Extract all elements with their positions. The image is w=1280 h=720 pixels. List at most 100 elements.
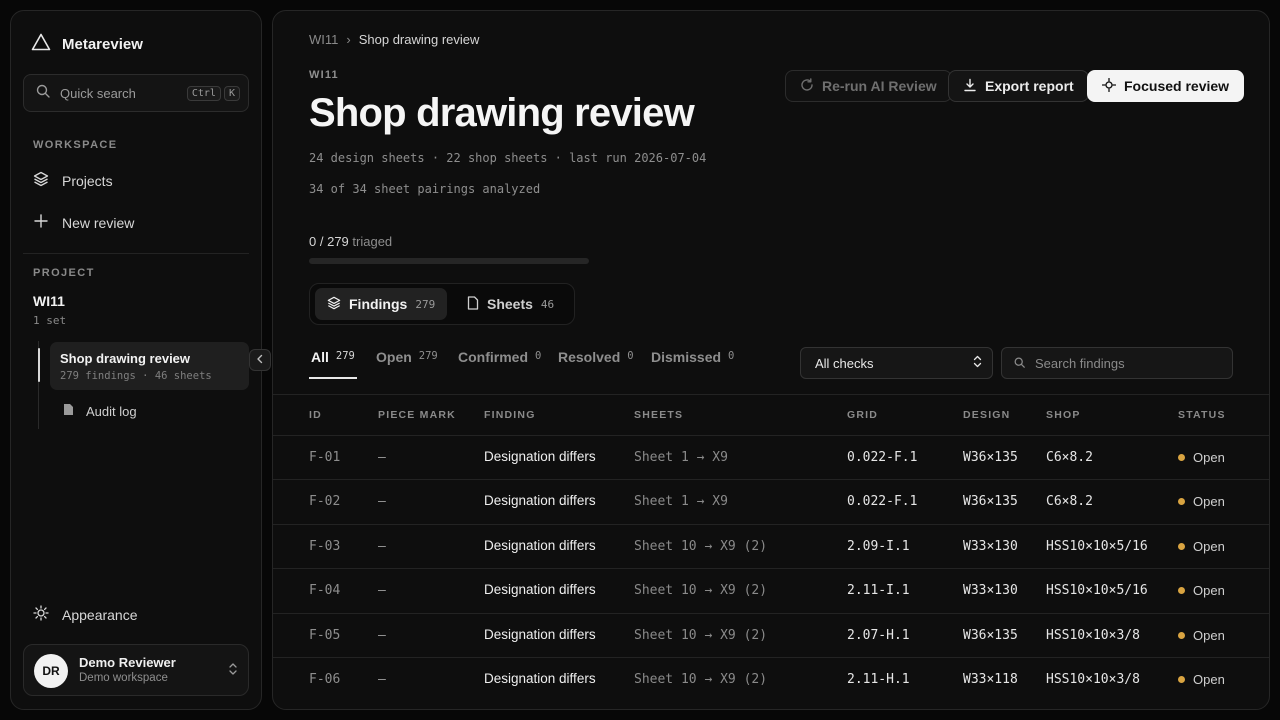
user-menu[interactable]: DR Demo Reviewer Demo workspace	[23, 644, 249, 696]
breadcrumb-separator: ›	[346, 32, 351, 47]
sidebar-item-projects[interactable]: Projects	[33, 171, 113, 190]
rerun-ai-review-button[interactable]: Re-run AI Review	[785, 70, 952, 102]
shortcut-key-ctrl: Ctrl	[186, 85, 221, 101]
filter-tab-count: 279	[335, 350, 355, 362]
finding-text: Designation differs	[484, 582, 596, 597]
design-member: W33×118	[963, 672, 1018, 687]
findings-search-input[interactable]: Search findings	[1001, 347, 1233, 379]
design-member: W36×135	[963, 450, 1018, 465]
crosshair-icon	[1101, 77, 1117, 95]
shop-member: HSS10×10×5/16	[1046, 539, 1148, 554]
tab-findings[interactable]: Findings 279	[315, 288, 448, 320]
status-badge: Open	[1178, 628, 1225, 643]
sun-icon	[33, 605, 49, 624]
focused-review-button[interactable]: Focused review	[1087, 70, 1245, 102]
table-row[interactable]: F-02 — Designation differs Sheet 1 → X9 …	[273, 479, 1269, 523]
table-row[interactable]: F-05 — Designation differs Sheet 10 → X9…	[273, 613, 1269, 657]
project-name[interactable]: WI11	[33, 293, 65, 309]
logo-triangle-icon	[31, 33, 51, 56]
page-title: Shop drawing review	[309, 91, 695, 135]
column-header-status[interactable]: STATUS	[1178, 409, 1226, 421]
column-header-piece-mark[interactable]: PIECE MARK	[378, 409, 456, 421]
filter-tab-count: 0	[535, 350, 542, 362]
finding-text: Designation differs	[484, 449, 596, 464]
sidebar: Metareview Quick search Ctrl K WORKSPACE…	[10, 10, 271, 710]
status-label: Open	[1193, 494, 1225, 509]
design-member: W36×135	[963, 494, 1018, 509]
avatar: DR	[34, 654, 68, 688]
brand[interactable]: Metareview	[31, 33, 143, 56]
triaged-total: / 279	[319, 234, 349, 249]
chevron-up-down-icon	[228, 662, 238, 681]
shop-member: C6×8.2	[1046, 494, 1093, 509]
table-row[interactable]: F-03 — Designation differs Sheet 10 → X9…	[273, 524, 1269, 568]
shop-member: HSS10×10×3/8	[1046, 672, 1140, 687]
filter-tab-dismissed[interactable]: Dismissed 0	[651, 349, 734, 365]
view-switcher: Findings 279 Sheets 46	[309, 283, 575, 325]
tree-item-audit-log[interactable]: Audit log	[63, 403, 137, 419]
check-filter-select[interactable]: All checks	[800, 347, 993, 379]
column-header-finding[interactable]: FINDING	[484, 409, 536, 421]
finding-text: Designation differs	[484, 538, 596, 553]
grid-ref: 2.11-H.1	[847, 672, 910, 687]
layers-icon	[327, 296, 341, 313]
tree-item-subtitle: 279 findings · 46 sheets	[60, 370, 212, 382]
column-header-id[interactable]: ID	[309, 409, 322, 421]
appearance-button[interactable]: Appearance	[33, 605, 138, 624]
finding-id: F-01	[309, 450, 341, 465]
finding-id: F-06	[309, 672, 341, 687]
status-badge: Open	[1178, 672, 1225, 687]
project-section-label: PROJECT	[33, 267, 95, 279]
user-workspace: Demo workspace	[79, 672, 168, 684]
table-row[interactable]: F-01 — Designation differs Sheet 1 → X9 …	[273, 435, 1269, 479]
tab-count: 279	[415, 297, 436, 311]
tab-label: Sheets	[487, 296, 533, 312]
status-label: Open	[1193, 672, 1225, 687]
active-indicator	[38, 348, 40, 382]
triage-progress-bar	[309, 258, 589, 264]
tree-item-shop-drawing-review[interactable]	[50, 342, 249, 390]
workspace-section-label: WORKSPACE	[33, 139, 118, 151]
filter-tab-resolved[interactable]: Resolved 0	[558, 349, 634, 365]
tab-sheets[interactable]: Sheets 46	[455, 288, 566, 320]
table-row[interactable]: F-06 — Designation differs Sheet 10 → X9…	[273, 657, 1269, 701]
filter-tab-label: Resolved	[558, 349, 621, 365]
plus-icon	[33, 213, 49, 232]
filter-tab-all[interactable]: All 279	[311, 349, 355, 365]
column-header-design[interactable]: DESIGN	[963, 409, 1010, 421]
status-dot	[1178, 454, 1185, 461]
status-label: Open	[1193, 583, 1225, 598]
filter-tab-confirmed[interactable]: Confirmed 0	[458, 349, 541, 365]
shop-member: HSS10×10×3/8	[1046, 628, 1140, 643]
status-dot	[1178, 543, 1185, 550]
sidebar-item-new-review[interactable]: New review	[33, 213, 134, 232]
filter-tab-open[interactable]: Open 279	[376, 349, 438, 365]
finding-id: F-03	[309, 539, 341, 554]
sheet-pair: Sheet 1 → X9	[634, 494, 728, 509]
quick-search[interactable]: Quick search Ctrl K	[23, 74, 249, 112]
breadcrumb-parent[interactable]: WI11	[309, 32, 338, 47]
main-panel: WI11 › Shop drawing review WI11 Shop dra…	[272, 10, 1270, 710]
grid-ref: 2.09-I.1	[847, 539, 910, 554]
sheet-summary: 24 design sheets · 22 shop sheets · last…	[309, 151, 707, 165]
file-icon	[467, 295, 479, 313]
column-header-shop[interactable]: SHOP	[1046, 409, 1081, 421]
piece-mark: —	[378, 494, 386, 509]
piece-mark: —	[378, 450, 386, 465]
tab-count: 46	[540, 297, 555, 311]
table-header: ID PIECE MARK FINDING SHEETS GRID DESIGN…	[273, 395, 1269, 435]
export-report-button[interactable]: Export report	[948, 70, 1089, 102]
column-header-grid[interactable]: GRID	[847, 409, 878, 421]
status-dot	[1178, 676, 1185, 683]
shop-member: C6×8.2	[1046, 450, 1093, 465]
column-header-sheets[interactable]: SHEETS	[634, 409, 683, 421]
filter-tab-label: Confirmed	[458, 349, 528, 365]
status-dot	[1178, 632, 1185, 639]
table-row[interactable]: F-04 — Designation differs Sheet 10 → X9…	[273, 568, 1269, 612]
quick-search-label: Quick search	[60, 85, 136, 101]
status-label: Open	[1193, 628, 1225, 643]
button-label: Focused review	[1124, 78, 1230, 94]
collapse-sidebar-button[interactable]	[249, 349, 271, 371]
grid-ref: 0.022-F.1	[847, 450, 918, 465]
finding-text: Designation differs	[484, 627, 596, 642]
